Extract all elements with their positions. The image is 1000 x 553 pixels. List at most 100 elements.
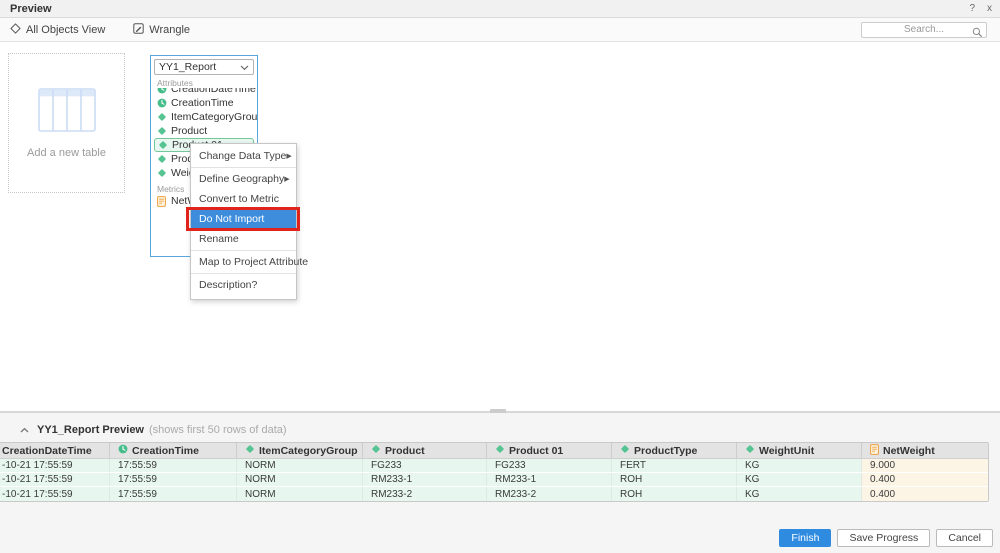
attribute-item[interactable]: ItemCategoryGroup [151, 110, 257, 124]
menu-item[interactable]: Description? [191, 275, 296, 295]
attribute-item[interactable]: CreationTime [151, 96, 257, 110]
wrangle-button[interactable]: Wrangle [125, 18, 198, 41]
chevron-down-icon [240, 58, 249, 76]
column-header[interactable]: ItemCategoryGroup [237, 443, 363, 458]
menu-item[interactable]: Map to Project Attribute [191, 252, 296, 272]
table-cell: FERT [612, 459, 737, 472]
metric-icon [157, 196, 167, 207]
menu-item[interactable]: Rename [191, 229, 296, 249]
column-header[interactable]: CreationDateTime [0, 443, 110, 458]
table-cell: KG [737, 459, 862, 472]
preview-panel-header: YY1_Report Preview (shows first 50 rows … [0, 420, 1000, 440]
menu-item-label: Description? [199, 279, 257, 291]
diamond-icon [620, 444, 630, 457]
preview-table: CreationDateTime CreationTime ItemCategory… [0, 442, 989, 502]
attributes-section-label: Attributes [151, 78, 257, 88]
all-objects-view-label: All Objects View [26, 24, 105, 36]
menu-item[interactable]: Do Not Import [191, 209, 296, 229]
table-cell: NORM [237, 487, 363, 501]
menu-item-label: Map to Project Attribute [199, 256, 308, 268]
table-cell: 0.400 [862, 473, 988, 486]
table-cell: RM233-2 [487, 487, 612, 501]
table-cell: -10-21 17:55:59 [0, 487, 110, 501]
menu-separator [191, 167, 296, 168]
table-cell: 17:55:59 [110, 487, 237, 501]
menu-item[interactable]: Define Geography▶ [191, 169, 296, 189]
table-cell: FG233 [363, 459, 487, 472]
table-cell: 17:55:59 [110, 473, 237, 486]
column-header[interactable]: Product 01 [487, 443, 612, 458]
diamond-icon [158, 140, 168, 150]
menu-item-label: Convert to Metric [199, 193, 279, 205]
preview-dialog: Preview ? x All Objects View Wrangle [0, 0, 1000, 553]
attribute-item[interactable]: CreationDateTime [151, 88, 257, 96]
title-bar: Preview ? x [0, 0, 1000, 18]
diamond-icon [157, 154, 167, 164]
finish-button[interactable]: Finish [779, 529, 831, 547]
dialog-title: Preview [0, 3, 52, 15]
menu-item-label: Rename [199, 233, 239, 245]
all-objects-view-button[interactable]: All Objects View [2, 18, 113, 41]
menu-item[interactable]: Change Data Type▶ [191, 146, 296, 166]
menu-separator [191, 250, 296, 251]
search-box [861, 22, 987, 38]
table-cell: NORM [237, 473, 363, 486]
search-input[interactable] [862, 23, 986, 37]
diamond-icon [245, 444, 255, 457]
preview-subtitle: (shows first 50 rows of data) [149, 424, 287, 436]
column-header-label: NetWeight [883, 445, 935, 457]
table-row: -10-21 17:55:5917:55:59NORMFG233FG233FER… [0, 459, 988, 473]
close-icon[interactable]: x [987, 4, 992, 14]
column-header[interactable]: Product [363, 443, 487, 458]
table-cell: 9.000 [862, 459, 988, 472]
column-header-label: ItemCategoryGroup [259, 445, 358, 457]
table-cell: RM233-1 [363, 473, 487, 486]
save-progress-button[interactable]: Save Progress [837, 529, 930, 547]
table-cell: -10-21 17:55:59 [0, 473, 110, 486]
add-new-table-button[interactable]: Add a new table [8, 53, 125, 193]
column-header[interactable]: CreationTime [110, 443, 237, 458]
table-cell: 17:55:59 [110, 459, 237, 472]
preview-title: YY1_Report Preview [37, 424, 144, 436]
menu-item[interactable]: Convert to Metric [191, 189, 296, 209]
column-header[interactable]: NetWeight [862, 443, 988, 458]
footer: Finish Save Progress Cancel [779, 529, 993, 547]
dataset-name-dropdown[interactable]: YY1_Report [154, 59, 254, 75]
column-header[interactable]: WeightUnit [737, 443, 862, 458]
attribute-label: CreationTime [171, 97, 234, 109]
table-row: -10-21 17:55:5917:55:59NORMRM233-1RM233-… [0, 473, 988, 487]
wrangle-label: Wrangle [149, 24, 190, 36]
menu-item-label: Define Geography [199, 173, 284, 185]
attribute-item[interactable]: Product [151, 124, 257, 138]
search-icon [972, 25, 983, 43]
diamond-icon [157, 112, 167, 122]
column-header[interactable]: ProductType [612, 443, 737, 458]
table-cell: FG233 [487, 459, 612, 472]
table-cell: -10-21 17:55:59 [0, 459, 110, 472]
submenu-arrow-icon: ▶ [286, 152, 291, 160]
canvas: Add a new table YY1_Report Attributes Cr… [0, 42, 1000, 412]
table-cell: ROH [612, 487, 737, 501]
wrangle-icon [133, 23, 144, 37]
cancel-button[interactable]: Cancel [936, 529, 993, 547]
table-cell: 0.400 [862, 487, 988, 501]
column-header-label: WeightUnit [759, 445, 814, 457]
table-header-row: CreationDateTime CreationTime ItemCategory… [0, 443, 988, 459]
attribute-label: ItemCategoryGroup [171, 111, 257, 123]
menu-item-label: Do Not Import [199, 213, 264, 225]
diamond-icon [745, 444, 755, 457]
collapse-chevron-icon[interactable] [20, 427, 29, 433]
table-row: -10-21 17:55:5917:55:59NORMRM233-2RM233-… [0, 487, 988, 501]
add-table-icon [38, 88, 96, 137]
toolbar: All Objects View Wrangle [0, 18, 1000, 42]
diamond-icon [157, 126, 167, 136]
metric-icon [870, 444, 879, 458]
table-cell: RM233-2 [363, 487, 487, 501]
attribute-label: Product [171, 125, 207, 137]
column-header-label: Product 01 [509, 445, 563, 457]
clock-icon [157, 88, 167, 94]
clock-icon [157, 98, 167, 108]
help-icon[interactable]: ? [969, 4, 975, 14]
column-header-label: CreationDateTime [2, 445, 92, 457]
table-cell: KG [737, 487, 862, 501]
